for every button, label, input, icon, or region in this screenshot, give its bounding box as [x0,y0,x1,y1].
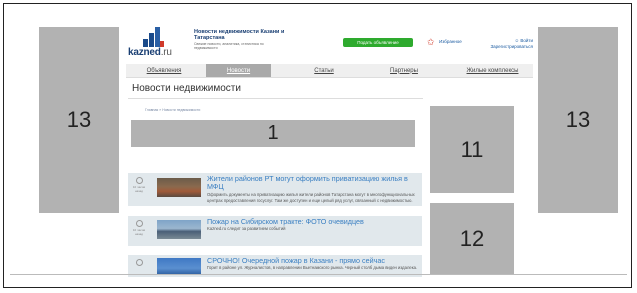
news-title[interactable]: Жители районов РТ могут оформить привати… [207,175,419,191]
title-divider [128,98,423,99]
ad-label: 13 [565,107,591,132]
auth-links: ☺ Войти Зарегистрироваться [490,38,533,50]
news-item[interactable]: 10 часов назад Пожар на Сибирском тракте… [128,216,422,246]
ad-label: 1 [267,122,279,144]
ad-label: 12 [459,226,485,251]
main-nav: Объявления Новости Статьи Партнеры Жилые… [126,64,533,78]
news-description: Горит в районе ул. Журналистов, в направ… [207,265,418,270]
nav-item-articles[interactable]: Статьи [298,64,350,77]
ad-banner-top[interactable]: 1 [131,120,415,147]
news-item[interactable]: 10 часов назад Жители районов РТ могут о… [128,173,422,206]
logo-suffix: .ru [160,47,172,58]
news-time: 10 часов назад [132,185,146,193]
ad-label: 13 [66,107,92,132]
news-title[interactable]: СРОЧНО! Очередной пожар в Казани - прямо… [207,257,419,265]
ad-banner-right[interactable]: 13 [538,27,618,213]
news-title[interactable]: Пожар на Сибирском тракте: ФОТО очевидце… [207,218,419,226]
favorites-link[interactable]: Избранное [439,39,462,44]
logo[interactable]: kazned.ru [128,47,172,58]
site-title: Новости недвижимости Казани и Татарстана [194,29,285,41]
clock-icon [136,177,143,184]
nav-item-news[interactable]: Новости [206,64,271,77]
nav-item-partners[interactable]: Партнеры [374,64,434,77]
ad-banner-left[interactable]: 13 [39,27,119,213]
star-icon[interactable]: ✩ [427,38,435,47]
news-thumbnail[interactable] [157,258,201,275]
ad-label: 11 [460,136,484,162]
logo-text: kazned [128,47,161,58]
site-subtitle: Свежие новости, аналитика, статистика по… [194,42,264,50]
ad-banner-side-bottom[interactable]: 12 [430,203,514,275]
news-time: 10 часов назад [132,228,146,236]
clock-icon [136,259,143,266]
logo-icon[interactable] [143,27,165,47]
news-thumbnail[interactable] [157,178,201,197]
register-link[interactable]: Зарегистрироваться [490,44,533,50]
ad-banner-side-top[interactable]: 11 [430,106,514,193]
news-thumbnail[interactable] [157,220,201,239]
news-description: Оформить документы на приватизацию жилья… [207,192,415,203]
breadcrumb[interactable]: Главная » Новости недвижимости [145,108,200,112]
footer-divider [10,274,627,275]
page-title: Новости недвижимости [132,83,241,94]
nav-item-ads[interactable]: Объявления [126,64,202,77]
clock-icon [136,220,143,227]
news-description: Kazned.ru следит за развитием событий [207,226,286,231]
nav-item-complexes[interactable]: Жилые комплексы [452,64,533,77]
site-header: kazned.ru Новости недвижимости Казани и … [126,27,533,59]
submit-ad-button[interactable]: Подать объявление [343,38,413,47]
